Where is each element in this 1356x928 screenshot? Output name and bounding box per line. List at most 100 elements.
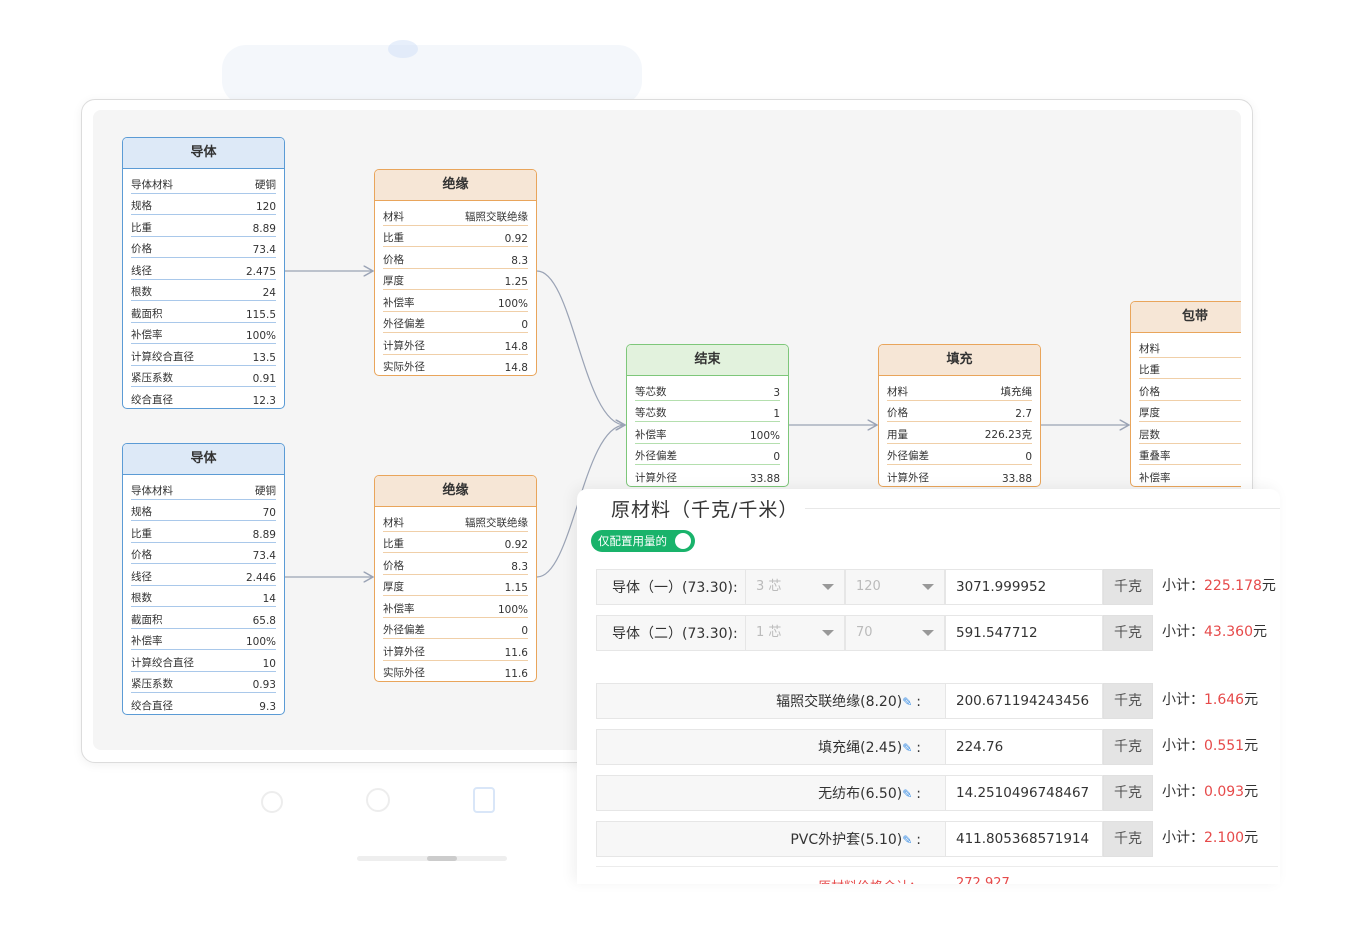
node-field-row: 计算外径 11.6 xyxy=(383,639,528,661)
unit-label: 千克 xyxy=(1103,615,1153,651)
field-label: 价格 xyxy=(1139,385,1160,398)
node-insulation-1[interactable]: 绝缘 材料 辐照交联绝缘 比重 0.92 价格 8.3 厚度 1.25 补偿率 100% 外径偏差 0 计… xyxy=(374,169,537,376)
spec-select[interactable]: 70 xyxy=(845,615,945,651)
node-title: 包带 xyxy=(1131,302,1241,333)
node-field-row: 补偿率 xyxy=(1139,465,1241,486)
title-divider xyxy=(805,508,1280,509)
node-field-row: 比重 8.89 xyxy=(131,215,276,237)
node-title: 绝缘 xyxy=(375,170,536,201)
node-field-row: 比重 xyxy=(1139,358,1241,379)
chevron-down-icon xyxy=(922,584,934,590)
node-title: 导体 xyxy=(123,444,284,475)
edit-pencil-icon[interactable]: ✎ xyxy=(902,741,912,755)
edit-pencil-icon[interactable]: ✎ xyxy=(902,695,912,709)
field-value: 24 xyxy=(262,287,276,299)
field-value: 100% xyxy=(245,636,276,648)
node-field-row: 线径 2.446 xyxy=(131,564,276,586)
node-conductor-1[interactable]: 导体 导体材料 硬铜 规格 120 比重 8.89 价格 73.4 线径 2.475 根数 24 截面积 1… xyxy=(122,137,285,409)
edit-pencil-icon[interactable]: ✎ xyxy=(902,833,912,847)
field-value: 11.6 xyxy=(504,668,528,680)
field-label: 补偿率 xyxy=(1139,471,1171,484)
edit-pencil-icon[interactable]: ✎ xyxy=(902,787,912,801)
node-field-row: 根数 14 xyxy=(131,586,276,607)
chevron-down-icon xyxy=(822,630,834,636)
node-filling[interactable]: 填充 材料 填充绳 价格 2.7 用量 226.23克 外径偏差 0 计算外径 33.88 xyxy=(878,344,1041,487)
field-value: 2.475 xyxy=(245,265,276,278)
field-value: 填充绳 xyxy=(1000,385,1033,398)
node-field-row: 外径偏差 0 xyxy=(383,618,528,639)
node-field-row: 规格 120 xyxy=(131,194,276,215)
field-value: 12.3 xyxy=(252,394,276,407)
field-value: 0 xyxy=(773,451,780,463)
field-value: 0.92 xyxy=(504,539,528,551)
raw-materials-panel: 原材料（千克/千米） 仅配置用量的 导体（一）(73.30): 3 芯 120 307… xyxy=(577,489,1280,884)
conductor-label: 导体（一）(73.30): xyxy=(596,569,746,605)
currency-label: 元 xyxy=(1244,692,1259,708)
node-field-row: 补偿率 100% xyxy=(383,596,528,618)
node-tape[interactable]: 包带 材料 比重 价格 厚度 层数 重叠率 补偿率 xyxy=(1130,301,1241,487)
toggle-label: 仅配置用量的 xyxy=(598,534,667,548)
subtotal-amount: 225.178 xyxy=(1204,578,1262,594)
node-insulation-2[interactable]: 绝缘 材料 辐照交联绝缘 比重 0.92 价格 8.3 厚度 1.15 补偿率 100% 外径偏差 0 计… xyxy=(374,475,537,682)
currency-label: 元 xyxy=(1253,624,1267,640)
field-label: 规格 xyxy=(131,506,152,518)
node-field-row: 价格 73.4 xyxy=(131,543,276,564)
field-value: 10 xyxy=(262,657,276,670)
background-decoration xyxy=(222,45,642,105)
spec-select[interactable]: 120 xyxy=(845,569,945,605)
field-label: 绞合直径 xyxy=(131,699,173,712)
node-field-row: 比重 0.92 xyxy=(383,226,528,247)
node-field-row: 厚度 1.25 xyxy=(383,269,528,290)
field-value: 2.7 xyxy=(1015,408,1032,420)
node-conductor-2[interactable]: 导体 导体材料 硬铜 规格 70 比重 8.89 价格 73.4 线径 2.446 根数 14 截面积 65… xyxy=(122,443,285,715)
node-field-row: 实际外径 11.6 xyxy=(383,661,528,682)
quantity-input[interactable]: 591.547712 xyxy=(945,615,1103,651)
node-field-row: 截面积 65.8 xyxy=(131,607,276,629)
field-label: 根数 xyxy=(131,286,152,298)
quantity-input[interactable]: 224.76 xyxy=(945,729,1103,765)
currency-label: 元 xyxy=(1261,578,1276,594)
field-label: 计算绞合直径 xyxy=(131,656,194,669)
field-value: 辐照交联绝缘 xyxy=(465,516,528,529)
label-colon: : xyxy=(916,832,921,848)
cores-select[interactable]: 3 芯 xyxy=(745,569,845,605)
field-label: 价格 xyxy=(131,549,152,561)
field-value: 8.89 xyxy=(252,528,276,541)
field-label: 层数 xyxy=(1139,428,1160,441)
cores-select[interactable]: 1 芯 xyxy=(745,615,845,651)
field-label: 厚度 xyxy=(383,581,404,593)
field-value: 73.4 xyxy=(252,244,276,256)
field-value: 100% xyxy=(497,603,528,616)
material-row: 填充绳(2.45)✎:224.76 千克 小计：0.551元 xyxy=(596,729,1278,765)
field-label: 比重 xyxy=(383,232,404,244)
quantity-input[interactable]: 14.2510496748467 xyxy=(945,775,1103,811)
quantity-input[interactable]: 200.671194243456 xyxy=(945,683,1103,719)
material-name: 辐照交联绝缘(8.20) xyxy=(776,694,903,710)
field-value: 0 xyxy=(521,625,528,637)
quantity-input[interactable]: 3071.999952 xyxy=(945,569,1103,605)
node-bundle[interactable]: 结束 等芯数 3 等芯数 1 补偿率 100% 外径偏差 0 计算外径 33.88 xyxy=(626,344,789,487)
node-field-row: 材料 辐照交联绝缘 xyxy=(383,204,528,226)
node-field-row: 比重 0.92 xyxy=(383,532,528,553)
spec-value: 120 xyxy=(856,579,881,594)
field-value: 70 xyxy=(262,507,276,519)
field-label: 补偿率 xyxy=(383,296,415,309)
node-field-row: 计算绞合直径 13.5 xyxy=(131,344,276,366)
only-configured-toggle[interactable]: 仅配置用量的 xyxy=(591,530,695,552)
node-field-row: 层数 xyxy=(1139,422,1241,444)
spec-value: 70 xyxy=(856,625,873,640)
node-field-row: 厚度 1.15 xyxy=(383,575,528,596)
field-value: 100% xyxy=(497,297,528,310)
chevron-down-icon xyxy=(822,584,834,590)
field-label: 材料 xyxy=(1139,342,1160,355)
bottom-nav-ghost xyxy=(250,780,550,830)
field-value: 14.8 xyxy=(504,362,528,374)
chevron-down-icon xyxy=(922,630,934,636)
node-field-row: 价格 2.7 xyxy=(887,401,1032,422)
field-value: 1.15 xyxy=(504,582,528,594)
quantity-input[interactable]: 411.805368571914 xyxy=(945,821,1103,857)
node-field-row: 价格 8.3 xyxy=(383,553,528,575)
field-label: 价格 xyxy=(887,407,908,419)
node-field-row: 截面积 115.5 xyxy=(131,301,276,323)
subtotal-label: 小计： xyxy=(1162,692,1204,708)
